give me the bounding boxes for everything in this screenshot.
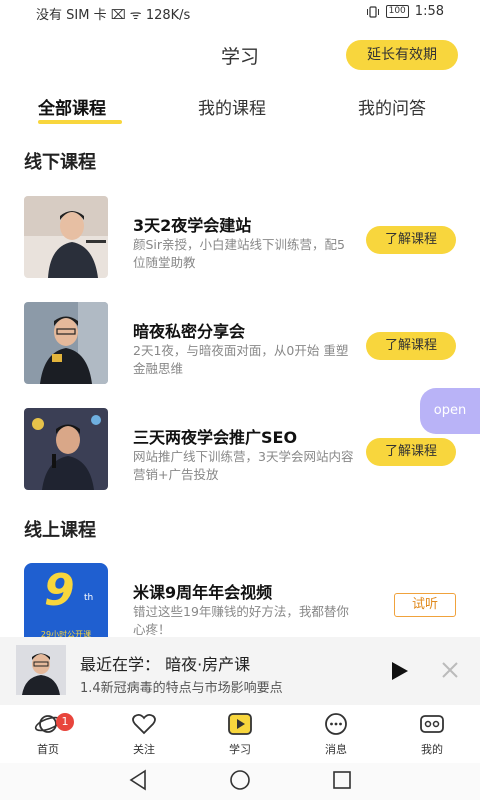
tab-label: 首页 — [37, 743, 59, 756]
tab-my-courses[interactable]: 我的课程 — [198, 94, 266, 119]
thumb-number: 9 — [44, 565, 75, 616]
course-thumbnail — [24, 408, 108, 490]
recent-learning-bar[interactable]: 最近在学： 暗夜·房产课 1.4新冠病毒的特点与市场影响要点 — [0, 637, 480, 705]
battery-icon: 100 — [385, 5, 409, 18]
learn-course-button[interactable]: 了解课程 — [366, 438, 456, 466]
bottom-tab-bar: 首页 1 关注 学习 消息 我的 — [0, 705, 480, 763]
course-description: 错过这些19年赚钱的好方法，我都替你心疼！ — [133, 604, 349, 637]
recent-title: 最近在学： 暗夜·房产课 — [80, 655, 251, 674]
trial-listen-button[interactable]: 试听 — [394, 593, 456, 617]
header: 学习 延长有效期 — [0, 30, 480, 78]
status-bar: 没有 SIM 卡 ⌧ ᯤ 128K/s 100 1:58 — [0, 0, 480, 24]
course-thumbnail: 9 th 29小时公开课 — [24, 563, 108, 645]
section-title-online: 线上课程 — [24, 520, 96, 541]
learn-course-button[interactable]: 了解课程 — [366, 226, 456, 254]
thumb-sup: th — [84, 593, 94, 603]
chat-icon — [325, 713, 347, 735]
extend-validity-button[interactable]: 延长有效期 — [346, 40, 458, 70]
system-nav-bar — [0, 763, 480, 800]
play-icon[interactable] — [390, 661, 410, 681]
tab-label: 消息 — [325, 743, 347, 756]
course-item[interactable]: 暗夜私密分享会 2天1夜，与暗夜面对面，从0开始 重塑金融思维 了解课程 — [0, 302, 480, 386]
status-left: 没有 SIM 卡 ⌧ ᯤ 128K/s — [36, 8, 191, 23]
tab-follow[interactable]: 关注 — [108, 711, 180, 757]
tab-label: 关注 — [133, 743, 155, 756]
tab-all-courses[interactable]: 全部课程 — [38, 94, 106, 119]
back-icon[interactable] — [128, 769, 148, 791]
course-thumbnail — [24, 196, 108, 278]
tab-bar-top: 全部课程 我的课程 我的问答 — [0, 92, 480, 126]
recent-subtitle: 1.4新冠病毒的特点与市场影响要点 — [80, 681, 283, 696]
section-title-offline: 线下课程 — [24, 152, 96, 173]
recent-thumbnail — [16, 645, 66, 695]
course-description: 颜Sir亲授，小白建站线下训练营，配5位随堂助教 — [133, 237, 346, 270]
tab-home[interactable]: 首页 1 — [12, 711, 84, 757]
learn-course-button[interactable]: 了解课程 — [366, 332, 456, 360]
active-tab-indicator — [38, 120, 122, 124]
recents-icon[interactable] — [332, 769, 352, 791]
play-square-icon — [228, 713, 252, 735]
course-title: 3天2夜学会建站 — [133, 216, 252, 235]
profile-icon — [420, 715, 444, 733]
vibrate-icon — [366, 5, 379, 18]
course-title: 米课9周年年会视频 — [133, 583, 273, 602]
course-title: 暗夜私密分享会 — [133, 322, 246, 341]
tab-label: 我的 — [421, 743, 443, 756]
course-description: 2天1夜，与暗夜面对面，从0开始 重塑金融思维 — [133, 343, 349, 376]
course-description: 网站推广线下训练营，3天学会网站内容营销+广告投放 — [133, 449, 354, 482]
course-title: 三天两夜学会推广SEO — [133, 428, 298, 447]
course-item[interactable]: 三天两夜学会推广SEO 网站推广线下训练营，3天学会网站内容营销+广告投放 了解… — [0, 408, 480, 492]
heart-icon — [132, 713, 156, 735]
notification-badge: 1 — [56, 713, 74, 731]
tab-label: 学习 — [229, 743, 251, 756]
home-icon[interactable] — [229, 769, 251, 791]
tab-study[interactable]: 学习 — [204, 711, 276, 757]
close-icon[interactable] — [440, 660, 460, 680]
course-item[interactable]: 9 th 29小时公开课 米课9周年年会视频 错过这些19年赚钱的好方法，我都替… — [0, 563, 480, 647]
open-float-button[interactable]: open — [420, 388, 480, 434]
status-time: 1:58 — [414, 4, 444, 19]
tab-messages[interactable]: 消息 — [300, 711, 372, 757]
tab-my-qa[interactable]: 我的问答 — [358, 94, 426, 119]
tab-mine[interactable]: 我的 — [396, 711, 468, 757]
course-item[interactable]: 3天2夜学会建站 颜Sir亲授，小白建站线下训练营，配5位随堂助教 了解课程 — [0, 196, 480, 280]
course-thumbnail — [24, 302, 108, 384]
